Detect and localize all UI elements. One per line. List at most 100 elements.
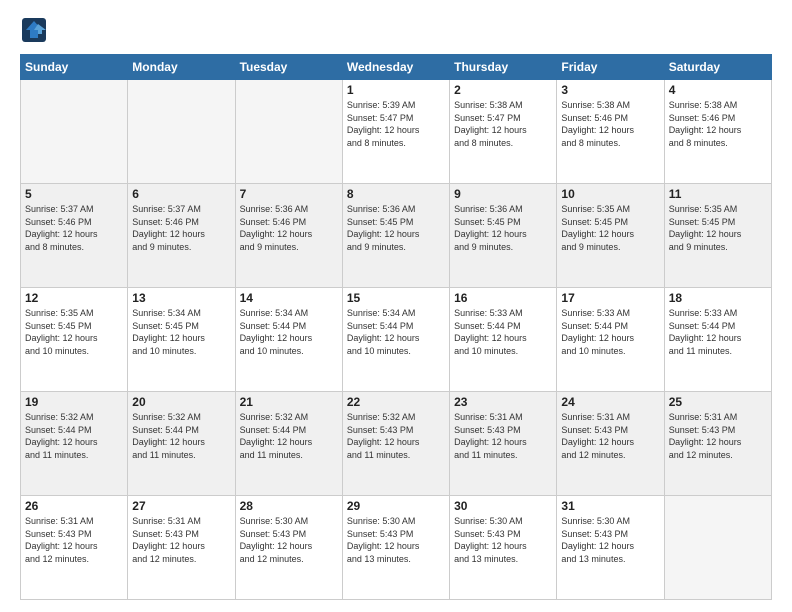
day-number: 20 xyxy=(132,395,230,409)
calendar-day-cell xyxy=(235,80,342,184)
day-info: Sunrise: 5:31 AM Sunset: 5:43 PM Dayligh… xyxy=(669,411,767,461)
day-number: 23 xyxy=(454,395,552,409)
day-info: Sunrise: 5:39 AM Sunset: 5:47 PM Dayligh… xyxy=(347,99,445,149)
calendar-day-cell: 11Sunrise: 5:35 AM Sunset: 5:45 PM Dayli… xyxy=(664,184,771,288)
day-number: 27 xyxy=(132,499,230,513)
calendar-day-cell: 1 Sunrise: 5:39 AM Sunset: 5:47 PM Daylig… xyxy=(342,80,449,184)
weekday-header-sunday: Sunday xyxy=(21,55,128,80)
calendar-day-cell: 16 Sunrise: 5:33 AM Sunset: 5:44 PM Dayli… xyxy=(450,288,557,392)
day-number: 18 xyxy=(669,291,767,305)
day-info: Sunrise: 5:31 AM Sunset: 5:43 PM Dayligh… xyxy=(454,411,552,461)
day-number: 19 xyxy=(25,395,123,409)
calendar-day-cell: 29Sunrise: 5:30 AM Sunset: 5:43 PM Dayli… xyxy=(342,496,449,600)
calendar-day-cell: 6 Sunrise: 5:37 AM Sunset: 5:46 PM Daylig… xyxy=(128,184,235,288)
header xyxy=(20,16,772,44)
day-info: Sunrise: 5:30 AM Sunset: 5:43 PM Dayligh… xyxy=(561,515,659,565)
day-number: 10 xyxy=(561,187,659,201)
calendar-week-row: 26 Sunrise: 5:31 AM Sunset: 5:43 PM Dayli… xyxy=(21,496,772,600)
day-number: 28 xyxy=(240,499,338,513)
day-info: Sunrise: 5:37 AM Sunset: 5:46 PM Dayligh… xyxy=(132,203,230,253)
day-info: Sunrise: 5:34 AM Sunset: 5:44 PM Dayligh… xyxy=(347,307,445,357)
day-number: 1 xyxy=(347,83,445,97)
calendar-day-cell: 3 Sunrise: 5:38 AM Sunset: 5:46 PM Daylig… xyxy=(557,80,664,184)
day-number: 7 xyxy=(240,187,338,201)
day-number: 3 xyxy=(561,83,659,97)
calendar-day-cell: 2 Sunrise: 5:38 AM Sunset: 5:47 PM Daylig… xyxy=(450,80,557,184)
calendar-day-cell: 13 Sunrise: 5:34 AM Sunset: 5:45 PM Dayli… xyxy=(128,288,235,392)
day-info: Sunrise: 5:36 AM Sunset: 5:45 PM Dayligh… xyxy=(347,203,445,253)
day-number: 8 xyxy=(347,187,445,201)
calendar-day-cell: 23 Sunrise: 5:31 AM Sunset: 5:43 PM Dayli… xyxy=(450,392,557,496)
day-number: 2 xyxy=(454,83,552,97)
day-number: 11 xyxy=(669,187,767,201)
calendar-week-row: 5Sunrise: 5:37 AM Sunset: 5:46 PM Daylig… xyxy=(21,184,772,288)
day-number: 14 xyxy=(240,291,338,305)
day-number: 13 xyxy=(132,291,230,305)
calendar-day-cell: 14 Sunrise: 5:34 AM Sunset: 5:44 PM Dayli… xyxy=(235,288,342,392)
day-number: 4 xyxy=(669,83,767,97)
day-number: 9 xyxy=(454,187,552,201)
calendar-day-cell: 31 Sunrise: 5:30 AM Sunset: 5:43 PM Dayli… xyxy=(557,496,664,600)
day-info: Sunrise: 5:35 AM Sunset: 5:45 PM Dayligh… xyxy=(25,307,123,357)
calendar-day-cell: 15Sunrise: 5:34 AM Sunset: 5:44 PM Dayli… xyxy=(342,288,449,392)
day-info: Sunrise: 5:38 AM Sunset: 5:47 PM Dayligh… xyxy=(454,99,552,149)
day-number: 22 xyxy=(347,395,445,409)
calendar-week-row: 1 Sunrise: 5:39 AM Sunset: 5:47 PM Daylig… xyxy=(21,80,772,184)
calendar-day-cell: 24 Sunrise: 5:31 AM Sunset: 5:43 PM Dayli… xyxy=(557,392,664,496)
weekday-header-row: SundayMondayTuesdayWednesdayThursdayFrid… xyxy=(21,55,772,80)
weekday-header-tuesday: Tuesday xyxy=(235,55,342,80)
weekday-header-thursday: Thursday xyxy=(450,55,557,80)
day-number: 6 xyxy=(132,187,230,201)
calendar-day-cell: 22 Sunrise: 5:32 AM Sunset: 5:43 PM Dayli… xyxy=(342,392,449,496)
calendar-day-cell: 5Sunrise: 5:37 AM Sunset: 5:46 PM Daylig… xyxy=(21,184,128,288)
calendar-week-row: 12Sunrise: 5:35 AM Sunset: 5:45 PM Dayli… xyxy=(21,288,772,392)
day-info: Sunrise: 5:37 AM Sunset: 5:46 PM Dayligh… xyxy=(25,203,123,253)
day-number: 17 xyxy=(561,291,659,305)
calendar-day-cell xyxy=(128,80,235,184)
calendar-table: SundayMondayTuesdayWednesdayThursdayFrid… xyxy=(20,54,772,600)
day-info: Sunrise: 5:32 AM Sunset: 5:44 PM Dayligh… xyxy=(240,411,338,461)
calendar-day-cell: 10 Sunrise: 5:35 AM Sunset: 5:45 PM Dayli… xyxy=(557,184,664,288)
day-info: Sunrise: 5:32 AM Sunset: 5:44 PM Dayligh… xyxy=(25,411,123,461)
logo-icon xyxy=(20,16,48,44)
day-info: Sunrise: 5:31 AM Sunset: 5:43 PM Dayligh… xyxy=(132,515,230,565)
calendar-day-cell: 7 Sunrise: 5:36 AM Sunset: 5:46 PM Daylig… xyxy=(235,184,342,288)
calendar-day-cell xyxy=(664,496,771,600)
day-info: Sunrise: 5:34 AM Sunset: 5:44 PM Dayligh… xyxy=(240,307,338,357)
day-info: Sunrise: 5:36 AM Sunset: 5:46 PM Dayligh… xyxy=(240,203,338,253)
day-number: 24 xyxy=(561,395,659,409)
calendar-day-cell: 18Sunrise: 5:33 AM Sunset: 5:44 PM Dayli… xyxy=(664,288,771,392)
day-info: Sunrise: 5:33 AM Sunset: 5:44 PM Dayligh… xyxy=(454,307,552,357)
day-info: Sunrise: 5:30 AM Sunset: 5:43 PM Dayligh… xyxy=(347,515,445,565)
day-info: Sunrise: 5:31 AM Sunset: 5:43 PM Dayligh… xyxy=(25,515,123,565)
day-info: Sunrise: 5:33 AM Sunset: 5:44 PM Dayligh… xyxy=(561,307,659,357)
day-info: Sunrise: 5:32 AM Sunset: 5:44 PM Dayligh… xyxy=(132,411,230,461)
calendar-day-cell: 12Sunrise: 5:35 AM Sunset: 5:45 PM Dayli… xyxy=(21,288,128,392)
day-info: Sunrise: 5:30 AM Sunset: 5:43 PM Dayligh… xyxy=(240,515,338,565)
day-info: Sunrise: 5:38 AM Sunset: 5:46 PM Dayligh… xyxy=(561,99,659,149)
day-number: 16 xyxy=(454,291,552,305)
calendar-day-cell: 8 Sunrise: 5:36 AM Sunset: 5:45 PM Daylig… xyxy=(342,184,449,288)
calendar-day-cell xyxy=(21,80,128,184)
calendar-day-cell: 17 Sunrise: 5:33 AM Sunset: 5:44 PM Dayli… xyxy=(557,288,664,392)
day-number: 26 xyxy=(25,499,123,513)
calendar-week-row: 19 Sunrise: 5:32 AM Sunset: 5:44 PM Dayli… xyxy=(21,392,772,496)
calendar-day-cell: 9Sunrise: 5:36 AM Sunset: 5:45 PM Daylig… xyxy=(450,184,557,288)
calendar-day-cell: 19 Sunrise: 5:32 AM Sunset: 5:44 PM Dayli… xyxy=(21,392,128,496)
weekday-header-monday: Monday xyxy=(128,55,235,80)
calendar-day-cell: 27 Sunrise: 5:31 AM Sunset: 5:43 PM Dayli… xyxy=(128,496,235,600)
day-info: Sunrise: 5:30 AM Sunset: 5:43 PM Dayligh… xyxy=(454,515,552,565)
calendar-day-cell: 25 Sunrise: 5:31 AM Sunset: 5:43 PM Dayli… xyxy=(664,392,771,496)
day-info: Sunrise: 5:31 AM Sunset: 5:43 PM Dayligh… xyxy=(561,411,659,461)
calendar-day-cell: 26 Sunrise: 5:31 AM Sunset: 5:43 PM Dayli… xyxy=(21,496,128,600)
day-number: 31 xyxy=(561,499,659,513)
weekday-header-wednesday: Wednesday xyxy=(342,55,449,80)
day-info: Sunrise: 5:32 AM Sunset: 5:43 PM Dayligh… xyxy=(347,411,445,461)
day-number: 25 xyxy=(669,395,767,409)
day-info: Sunrise: 5:34 AM Sunset: 5:45 PM Dayligh… xyxy=(132,307,230,357)
day-number: 21 xyxy=(240,395,338,409)
page: SundayMondayTuesdayWednesdayThursdayFrid… xyxy=(0,0,792,612)
day-info: Sunrise: 5:35 AM Sunset: 5:45 PM Dayligh… xyxy=(561,203,659,253)
weekday-header-friday: Friday xyxy=(557,55,664,80)
calendar-day-cell: 30Sunrise: 5:30 AM Sunset: 5:43 PM Dayli… xyxy=(450,496,557,600)
